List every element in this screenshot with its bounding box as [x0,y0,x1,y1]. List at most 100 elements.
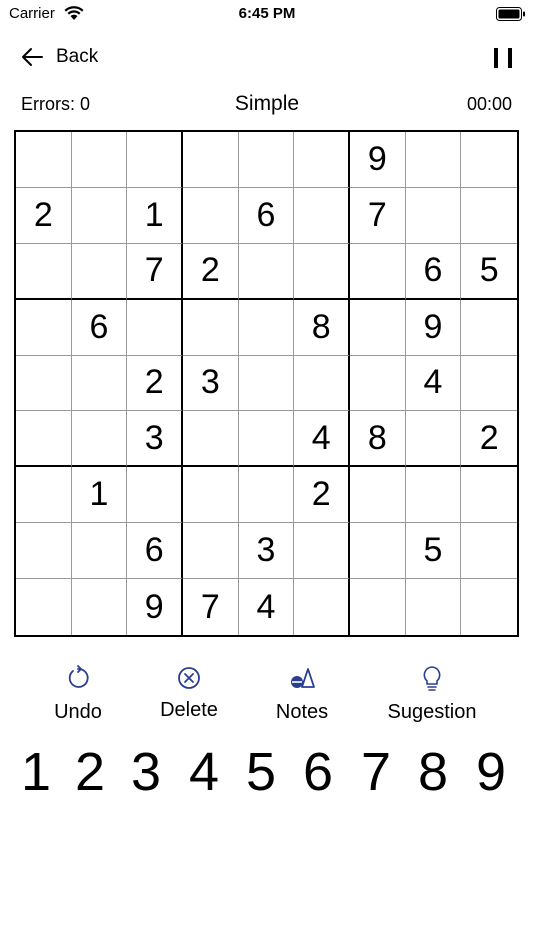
board-cell[interactable] [405,132,462,188]
board-cell[interactable] [183,467,239,524]
board-cell[interactable] [71,132,128,188]
board-cell[interactable] [16,355,72,412]
board-cell[interactable]: 2 [461,411,517,468]
delete-button[interactable]: Delete [152,665,226,722]
status-bar: Carrier 6:45 PM [0,0,534,30]
board-cell[interactable]: 6 [238,187,295,244]
board-cell[interactable] [127,132,183,188]
board-cell[interactable]: 7 [127,243,183,300]
board-cell[interactable] [350,523,406,580]
board-cell[interactable] [16,411,72,468]
number-key[interactable]: 6 [290,742,346,802]
number-key[interactable]: 9 [463,742,519,802]
pause-button[interactable] [492,48,516,70]
board-cell[interactable] [350,243,406,300]
board-cell[interactable] [238,411,295,468]
board-cell[interactable] [461,188,517,244]
back-button[interactable]: Back [20,46,98,68]
notes-label: Notes [275,701,329,723]
board-cell[interactable] [406,579,462,635]
board-cell[interactable] [183,132,239,188]
number-key[interactable]: 3 [118,742,174,802]
board-cell[interactable] [16,579,72,635]
undo-button[interactable]: Undo [50,665,106,724]
board-cell[interactable] [71,187,128,244]
board-cell[interactable]: 4 [405,355,462,412]
board-cell[interactable] [294,132,350,188]
board-cell[interactable]: 2 [294,467,350,524]
board-cell[interactable] [183,187,239,244]
number-key[interactable]: 4 [176,742,232,802]
back-label: Back [56,46,99,67]
board-cell[interactable]: 8 [350,411,406,468]
board-cell[interactable]: 2 [127,355,183,412]
board-cell[interactable] [238,355,295,412]
board-cell[interactable] [350,355,406,412]
board-cell[interactable] [71,523,128,580]
board-cell[interactable] [461,467,517,524]
board-cell[interactable] [350,467,406,524]
board-cell[interactable]: 5 [461,244,517,300]
board-cell[interactable] [405,411,462,468]
board-cell[interactable] [461,523,517,580]
board-cell[interactable] [461,356,517,412]
board-cell[interactable] [183,299,239,356]
board-cell[interactable] [461,579,517,635]
board-cell[interactable] [16,523,72,580]
board-cell[interactable]: 5 [405,523,462,580]
board-cell[interactable]: 6 [405,243,462,300]
board-cell[interactable] [16,132,72,188]
board-cell[interactable] [71,355,128,412]
board-cell[interactable] [238,243,295,300]
board-cell[interactable] [16,467,72,524]
board-cell[interactable] [16,299,72,356]
board-cell[interactable]: 3 [238,523,295,580]
board-cell[interactable]: 6 [127,523,183,580]
board-cell[interactable]: 9 [405,299,462,356]
board-cell[interactable]: 9 [350,132,406,188]
board-cell[interactable]: 6 [71,299,128,356]
board-cell[interactable] [238,467,295,524]
board-cell[interactable]: 2 [16,187,72,244]
board-cell[interactable] [405,467,462,524]
board-cell[interactable] [294,187,350,244]
number-key[interactable]: 8 [405,742,461,802]
board-cell[interactable] [350,579,406,635]
board-cell[interactable] [405,187,462,244]
board-cell[interactable]: 9 [127,579,183,635]
board-cell[interactable] [71,243,128,300]
board-cell[interactable] [294,579,350,635]
board-cell[interactable]: 3 [183,355,239,412]
board-cell[interactable] [238,299,295,356]
board-cell[interactable]: 7 [183,579,239,635]
notes-button[interactable]: Notes [268,665,336,724]
board-cell[interactable]: 1 [71,467,128,524]
board-cell[interactable] [71,411,128,468]
board-cell[interactable] [72,579,128,635]
board-cell[interactable] [350,299,406,356]
board-cell[interactable] [294,523,350,580]
board-cell[interactable]: 2 [183,243,239,300]
sudoku-board: 921677265689234348212635974 [14,130,519,637]
board-cell[interactable] [294,243,350,300]
board-cell[interactable] [183,411,239,468]
board-cell[interactable]: 8 [294,299,350,356]
board-cell[interactable]: 3 [127,411,183,468]
board-cell[interactable] [183,523,239,580]
board-cell[interactable] [16,243,72,300]
board-cell[interactable] [127,299,183,356]
board-cell[interactable]: 7 [350,187,406,244]
number-key[interactable]: 7 [348,742,404,802]
board-cell[interactable] [461,300,517,356]
board-cell[interactable] [294,355,350,412]
board-cell[interactable]: 4 [294,411,350,468]
board-cell[interactable] [127,467,183,524]
number-key[interactable]: 2 [62,742,118,802]
board-cell[interactable] [238,132,295,188]
board-cell[interactable] [461,132,517,188]
number-key[interactable]: 1 [8,742,64,802]
suggestion-button[interactable]: Sugestion [380,665,484,724]
board-cell[interactable]: 1 [127,187,183,244]
number-key[interactable]: 5 [233,742,289,802]
board-cell[interactable]: 4 [239,579,295,635]
